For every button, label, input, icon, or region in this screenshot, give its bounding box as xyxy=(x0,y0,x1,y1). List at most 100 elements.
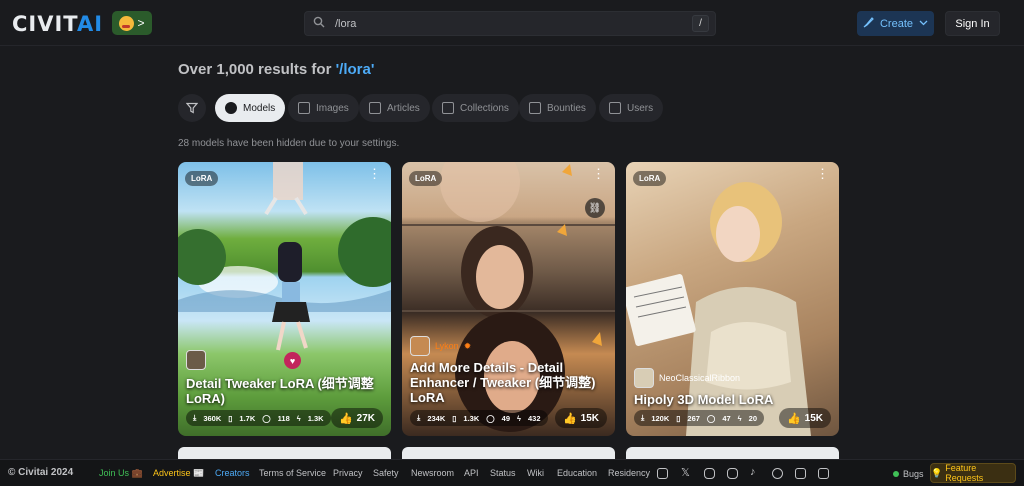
bug-icon xyxy=(893,470,899,477)
avatar xyxy=(410,336,430,356)
thumbs-up-icon: 👍 xyxy=(338,412,353,425)
footer-link-advertise[interactable]: Advertise 📰 xyxy=(153,468,204,479)
comment-icon: ◯ xyxy=(706,413,716,423)
creator-name: NeoClassicalRibbon xyxy=(659,373,741,383)
footer-link-residency[interactable]: Residency xyxy=(608,468,650,478)
lightbulb-icon: 💡 xyxy=(931,467,943,478)
feature-requests-button[interactable]: 💡 Feature Requests xyxy=(930,463,1016,483)
tiktok-icon[interactable]: ♪ xyxy=(750,466,761,478)
tab-collections[interactable]: Collections xyxy=(432,94,519,122)
brush-icon xyxy=(863,16,874,31)
chevron-down-icon xyxy=(919,18,928,30)
footer-link-safety[interactable]: Safety xyxy=(373,468,399,478)
like-count[interactable]: 👍 15K xyxy=(778,408,831,428)
model-stats: ⤓ 120K ▯ 267 ◯ 47 ϟ 20 xyxy=(634,410,764,426)
verified-badge-icon: ✹ xyxy=(463,340,472,351)
hidden-models-note: 28 models have been hidden due to your s… xyxy=(178,138,400,149)
collection-icon xyxy=(442,102,454,114)
tab-bounties[interactable]: Bounties xyxy=(519,94,596,122)
twitch-icon[interactable] xyxy=(818,468,829,479)
tab-images[interactable]: Images xyxy=(288,94,359,122)
tab-users[interactable]: Users xyxy=(599,94,664,122)
youtube-icon[interactable] xyxy=(727,468,738,479)
model-title: Hipoly 3D Model LoRA xyxy=(634,392,774,407)
model-card[interactable] xyxy=(178,447,391,459)
bugs-button[interactable]: Bugs xyxy=(888,464,929,483)
results-heading: Over 1,000 results for '/lora' xyxy=(178,61,375,78)
creator-info[interactable]: NeoClassicalRibbon xyxy=(634,368,740,388)
download-icon: ⤓ xyxy=(641,413,645,422)
model-title: Add More Details - Detail Enhancer / Twe… xyxy=(410,360,596,405)
create-label: Create xyxy=(879,17,914,30)
more-options-icon[interactable]: ⋮ xyxy=(816,167,829,180)
results-query: '/lora' xyxy=(335,61,375,78)
search-icon xyxy=(313,16,329,31)
thumbs-up-icon: 👍 xyxy=(562,412,577,425)
tab-articles[interactable]: Articles xyxy=(359,94,430,122)
search-shortcut-key: / xyxy=(692,15,709,32)
bolt-icon: ϟ xyxy=(517,413,521,423)
footer-link-newsroom[interactable]: Newsroom xyxy=(411,468,454,478)
bolt-icon: ϟ xyxy=(737,413,742,423)
instagram-icon[interactable] xyxy=(704,468,715,479)
filter-button[interactable] xyxy=(178,94,206,122)
footer-link-status[interactable]: Status xyxy=(490,468,516,478)
model-type-badge: LoRA xyxy=(185,171,219,186)
model-card[interactable]: LoRA ⋮ NeoClassicalRibbon Hipoly 3D Mode… xyxy=(626,162,839,436)
create-button[interactable]: Create xyxy=(857,11,934,36)
filter-icon xyxy=(186,102,198,114)
comment-icon: ◯ xyxy=(486,413,495,423)
model-card[interactable]: LoRA ⋮ ⛓ Lykon ✹ Add More Details - Deta… xyxy=(402,162,615,436)
article-icon xyxy=(369,102,381,114)
image-icon xyxy=(298,102,310,114)
like-count[interactable]: 👍 27K xyxy=(330,408,383,428)
reddit-icon[interactable] xyxy=(772,468,783,479)
footer-link-terms[interactable]: Terms of Service xyxy=(259,468,326,478)
copyright: © Civitai 2024 xyxy=(8,467,74,478)
link-icon[interactable]: ⛓ xyxy=(585,198,605,218)
model-stats: ⤓ 234K ▯ 1.3K ◯ 49 ϟ 432 xyxy=(410,410,548,426)
more-options-icon[interactable]: ⋮ xyxy=(368,167,381,180)
download-icon: ⤓ xyxy=(417,413,421,422)
creator-info[interactable]: Lykon ✹ xyxy=(410,336,471,356)
footer: © Civitai 2024 Join Us 💼 Advertise 📰 Cre… xyxy=(0,459,1024,486)
github-icon[interactable] xyxy=(795,468,806,479)
model-card[interactable] xyxy=(402,447,615,459)
model-type-badge: LoRA xyxy=(409,171,443,186)
emoji-menu-button[interactable]: > xyxy=(112,11,152,35)
model-stats: ⤓ 360K ▯ 1.7K ◯ 118 ϟ 1.3K xyxy=(186,410,331,426)
creator-name: Lykon xyxy=(435,341,459,351)
chevron-right-icon: > xyxy=(137,16,145,30)
like-count[interactable]: 👍 15K xyxy=(554,408,607,428)
footer-link-education[interactable]: Education xyxy=(557,468,597,478)
download-icon: ⤓ xyxy=(193,413,197,422)
footer-link-privacy[interactable]: Privacy xyxy=(333,468,363,478)
search-input[interactable]: /lora / xyxy=(304,11,716,36)
users-icon xyxy=(609,102,621,114)
x-icon[interactable]: 𝕏 xyxy=(681,466,692,479)
footer-link-join-us[interactable]: Join Us 💼 xyxy=(99,468,143,479)
civitai-logo[interactable]: CIVITAI xyxy=(12,12,103,36)
more-options-icon[interactable]: ⋮ xyxy=(592,167,605,180)
heart-icon[interactable]: ♥ xyxy=(284,352,301,369)
bounty-icon xyxy=(529,102,541,114)
avatar xyxy=(186,350,206,370)
bookmark-icon: ▯ xyxy=(228,413,233,423)
footer-link-api[interactable]: API xyxy=(464,468,479,478)
bookmark-icon: ▯ xyxy=(452,413,457,423)
avatar xyxy=(634,368,654,388)
top-bar: CIVITAI > /lora / Create Sign In xyxy=(0,0,1024,46)
search-value: /lora xyxy=(335,17,357,30)
sign-in-button[interactable]: Sign In xyxy=(945,11,1000,36)
model-card[interactable]: LoRA ⋮ ♥ Detail Tweaker LoRA (细节调整LoRA) … xyxy=(178,162,391,436)
creator-info[interactable] xyxy=(186,350,211,370)
thumbs-up-icon: 👍 xyxy=(786,412,801,425)
footer-link-creators[interactable]: Creators xyxy=(215,468,250,478)
model-type-badge: LoRA xyxy=(633,171,667,186)
model-card[interactable] xyxy=(626,447,839,459)
discord-icon[interactable] xyxy=(657,468,668,479)
bookmark-icon: ▯ xyxy=(676,413,681,423)
footer-link-wiki[interactable]: Wiki xyxy=(527,468,544,478)
model-title: Detail Tweaker LoRA (细节调整LoRA) xyxy=(186,376,374,406)
tab-models[interactable]: Models xyxy=(215,94,286,122)
